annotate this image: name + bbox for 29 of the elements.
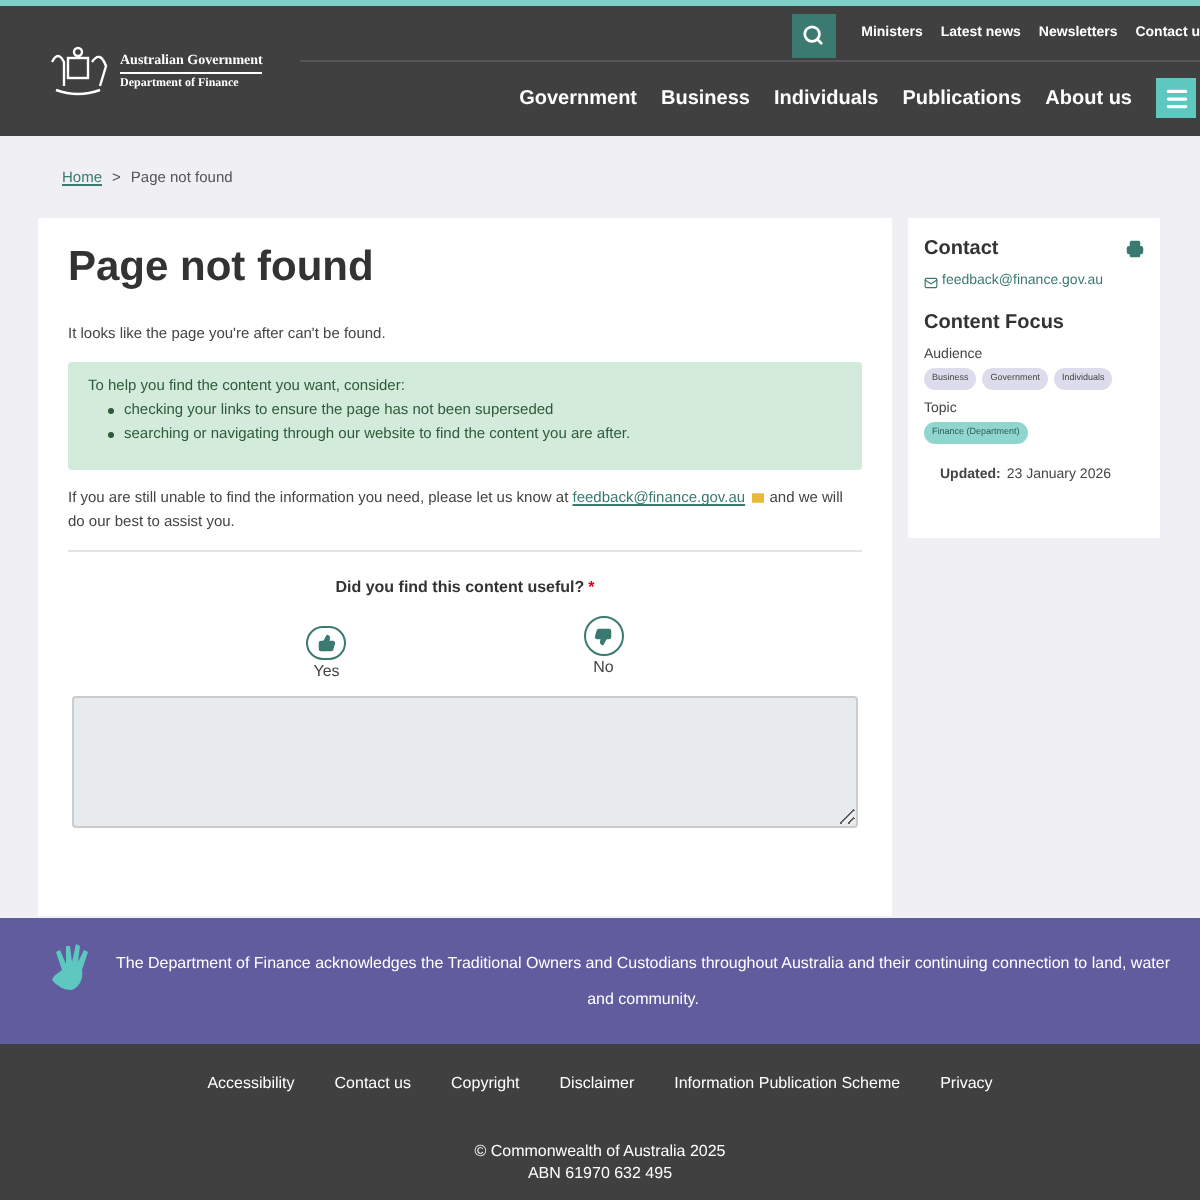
page-title: Page not found [68, 246, 376, 288]
copyright-text: © Commonwealth of Australia 2025 [474, 1144, 726, 1160]
abn-text: ABN 61970 632 495 [527, 1166, 673, 1182]
hand-icon [50, 941, 94, 993]
bullet-icon [108, 408, 114, 415]
print-icon[interactable] [1126, 240, 1144, 258]
footer-link[interactable]: Accessibility [207, 1076, 295, 1092]
footer-link[interactable]: Contact us [334, 1076, 412, 1092]
thumbs-up-icon [317, 634, 336, 653]
nav-link[interactable]: Government [519, 83, 638, 113]
nav-link[interactable]: Publications [902, 83, 1022, 113]
comment-field[interactable] [72, 696, 858, 829]
footer-link[interactable]: Information Publication Scheme [674, 1076, 901, 1092]
footer-link[interactable]: Privacy [940, 1076, 993, 1092]
search-button[interactable] [791, 13, 836, 57]
nav-link[interactable]: Individuals [773, 83, 879, 113]
acknowledgement-text: The Department of Finance acknowledges the Traditional Owners and Custodians throughout Australia and their continuing connection to land, water and community. [114, 951, 1172, 1012]
nav-link[interactable]: Business [661, 83, 750, 113]
thumbs-down-icon [594, 627, 613, 646]
bullet-icon [108, 432, 114, 439]
nav-link[interactable]: About us [1045, 83, 1132, 113]
footer-link[interactable]: Disclaimer [559, 1076, 635, 1092]
focus-heading: Content Focus [924, 309, 1066, 337]
menu-icon [1163, 85, 1189, 111]
feedback-question: Did you find this content useful? [335, 576, 585, 601]
search-icon [802, 24, 825, 46]
required-mark: * [588, 576, 595, 601]
contact-heading: Contact [924, 236, 999, 264]
footer-link[interactable]: Copyright [451, 1076, 520, 1092]
